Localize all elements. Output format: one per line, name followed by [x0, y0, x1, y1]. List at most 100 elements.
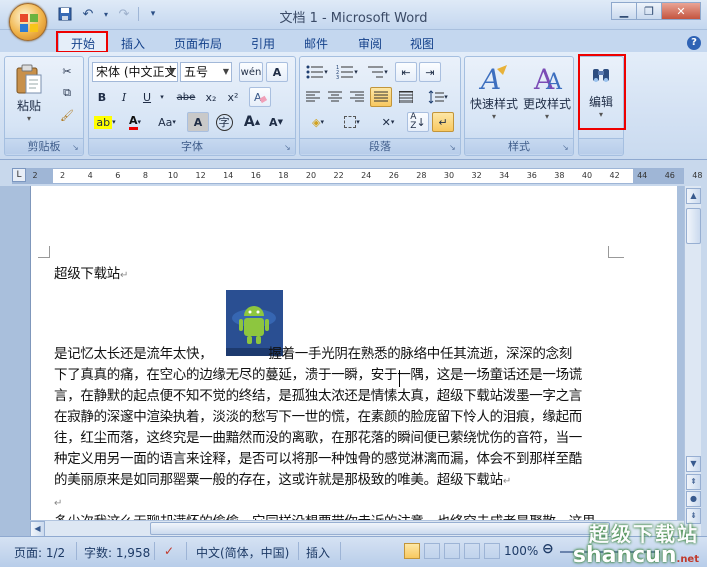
align-right-icon[interactable]	[347, 87, 367, 107]
copy-icon[interactable]: ⧉	[57, 83, 77, 103]
paste-button[interactable]: 粘贴 ▾	[11, 63, 47, 123]
underline-dropdown-icon[interactable]: ▾	[157, 87, 167, 107]
bullets-icon[interactable]: ▾	[303, 62, 331, 82]
change-case-button[interactable]: Aa ▾	[152, 112, 182, 132]
tab-review[interactable]: 审阅	[358, 35, 382, 52]
font-size-combo[interactable]: 五号 ▼	[180, 62, 232, 82]
shading-icon[interactable]: ◈ ▾	[303, 112, 333, 132]
zoom-level[interactable]: 100%	[504, 544, 538, 558]
character-border-icon[interactable]: A	[266, 62, 288, 82]
proofing-icon[interactable]: ✓	[164, 544, 174, 558]
horizontal-ruler[interactable]: 2 2 4 6 8 10 12 14 16 18 20 22 24 26 28 30 32 34 36 38 40 42 4…	[12, 168, 702, 184]
format-painter-icon[interactable]: 🖌	[57, 105, 77, 125]
clear-formatting-icon[interactable]: A	[249, 87, 271, 107]
office-button[interactable]	[9, 3, 47, 41]
doc-line: 下了真真的痛，在空心的边缘无尽的蔓延，溃于一瞬，安于一隅，这是一场童话还是一场谎	[54, 367, 582, 383]
numbering-icon[interactable]: 123 ▾	[333, 62, 361, 82]
change-styles-button[interactable]: A A 更改样式 ▾	[521, 63, 573, 121]
draft-view-icon[interactable]	[484, 543, 500, 559]
tab-view[interactable]: 视图	[410, 35, 434, 52]
character-shading-button[interactable]: A	[187, 112, 209, 132]
ruler-tick-label: 24	[361, 171, 372, 180]
font-name-combo[interactable]: 宋体 (中文正文 ▼	[92, 62, 178, 82]
window-title: 文档 1 - Microsoft Word	[279, 11, 428, 26]
restore-button[interactable]: ❐	[636, 2, 662, 20]
show-hide-marks-icon[interactable]: ↵	[432, 112, 454, 132]
distributed-align-icon[interactable]	[395, 87, 417, 107]
ruler-tick-label: 2	[32, 171, 38, 180]
page-count[interactable]: 页面: 1/2	[14, 544, 65, 561]
word-count[interactable]: 字数: 1,958	[84, 544, 150, 561]
scroll-up-icon[interactable]: ▲	[686, 188, 701, 204]
ruler-tick-label: 36	[526, 171, 537, 180]
enclose-characters-button[interactable]: 字	[213, 112, 235, 132]
font-size-dropdown-icon: ▼	[222, 67, 229, 76]
close-button[interactable]: ✕	[661, 2, 701, 20]
tab-references[interactable]: 引用	[251, 35, 275, 52]
cut-icon[interactable]: ✂	[57, 61, 77, 81]
vertical-scrollbar[interactable]: ▲ ▼ ⇞ ● ⇟	[684, 186, 701, 536]
grow-font-button[interactable]: A ▲	[241, 112, 263, 132]
italic-button[interactable]: I	[114, 87, 134, 107]
scroll-thumb[interactable]	[686, 208, 701, 244]
paragraph-mark-icon: ↵	[502, 476, 511, 487]
binoculars-icon	[593, 69, 609, 82]
tab-insert[interactable]: 插入	[121, 35, 145, 52]
minimize-button[interactable]: ▁	[611, 2, 637, 20]
insert-mode-indicator[interactable]: 插入	[306, 544, 330, 561]
styles-launcher-icon[interactable]: ↘	[562, 143, 571, 152]
doc-line: 种定义用另一面的语言来诠释，是否可以将那一种蚀骨的感觉淋漓而漏，体会不到那样至酷	[54, 451, 582, 467]
subscript-button[interactable]: x₂	[201, 87, 221, 107]
editing-button[interactable]: 编辑 ▾	[582, 63, 620, 119]
justify-icon[interactable]	[370, 87, 392, 107]
font-color-button[interactable]: A ▾	[122, 112, 148, 132]
increase-indent-icon[interactable]: ⇥	[419, 62, 441, 82]
text-highlight-color-button[interactable]: ab ▾	[92, 112, 118, 132]
clipboard-launcher-icon[interactable]: ↘	[72, 143, 81, 152]
phonetic-guide-icon[interactable]: wén	[239, 62, 263, 82]
ruler-tick-label: 46	[664, 171, 675, 180]
tab-page-layout[interactable]: 页面布局	[174, 35, 222, 52]
chinese-layout-icon[interactable]: ✕ ▾	[373, 112, 403, 132]
bold-button[interactable]: B	[92, 87, 112, 107]
zoom-out-icon[interactable]: ⊖	[542, 541, 554, 557]
ruler-tick-label: 30	[443, 171, 455, 180]
web-layout-icon[interactable]	[444, 543, 460, 559]
zoom-slider[interactable]	[560, 551, 660, 553]
outline-view-icon[interactable]	[464, 543, 480, 559]
font-launcher-icon[interactable]: ↘	[284, 143, 293, 152]
language-indicator[interactable]: 中文(简体，中国)	[196, 544, 289, 561]
horizontal-scrollbar[interactable]: ◀	[30, 520, 684, 537]
hscroll-thumb[interactable]	[150, 522, 610, 535]
help-icon[interactable]: ?	[687, 36, 701, 50]
previous-page-icon[interactable]: ⇞	[686, 474, 701, 490]
align-center-icon[interactable]	[325, 87, 345, 107]
status-separator	[186, 542, 187, 560]
strikethrough-button[interactable]: abe	[173, 87, 199, 107]
borders-icon[interactable]: ▾	[337, 112, 367, 132]
ribbon: 粘贴 ▾ ✂ ⧉ 🖌 剪贴板 ↘ 宋体 (中文正文 ▼ 五号 ▼ wén A B…	[0, 52, 707, 160]
quick-styles-button[interactable]: A 快速样式 ▾	[468, 63, 520, 121]
scroll-down-icon[interactable]: ▼	[686, 456, 701, 472]
shrink-font-button[interactable]: A ▼	[265, 112, 287, 132]
superscript-button[interactable]: x²	[223, 87, 243, 107]
tab-selector-icon[interactable]: L	[12, 168, 26, 182]
decrease-indent-icon[interactable]: ⇤	[395, 62, 417, 82]
full-screen-reading-icon[interactable]	[424, 543, 440, 559]
paragraph-group-label: 段落	[300, 138, 460, 154]
multilevel-list-icon[interactable]: ▾	[363, 62, 391, 82]
scroll-left-icon[interactable]: ◀	[30, 521, 45, 537]
tab-mailings[interactable]: 邮件	[304, 35, 328, 52]
next-page-icon[interactable]: ⇟	[686, 508, 701, 524]
print-layout-view-icon[interactable]	[404, 543, 420, 559]
sort-icon[interactable]: A Z ↓	[407, 112, 429, 132]
paragraph-launcher-icon[interactable]: ↘	[449, 143, 458, 152]
align-left-icon[interactable]	[303, 87, 323, 107]
quick-styles-dropdown-icon: ▾	[491, 112, 496, 121]
doc-line: 在寂静的深邃中渲染执着，淡淡的愁写下一世的慌，在素颜的脸庞留下怜人的泪痕，缘起而	[54, 409, 582, 425]
select-browse-object-icon[interactable]: ●	[686, 491, 701, 507]
underline-button[interactable]: U	[137, 87, 157, 107]
tab-home[interactable]: 开始	[58, 32, 109, 52]
line-spacing-icon[interactable]: ▾	[423, 87, 453, 107]
quick-styles-icon: A	[478, 63, 507, 95]
